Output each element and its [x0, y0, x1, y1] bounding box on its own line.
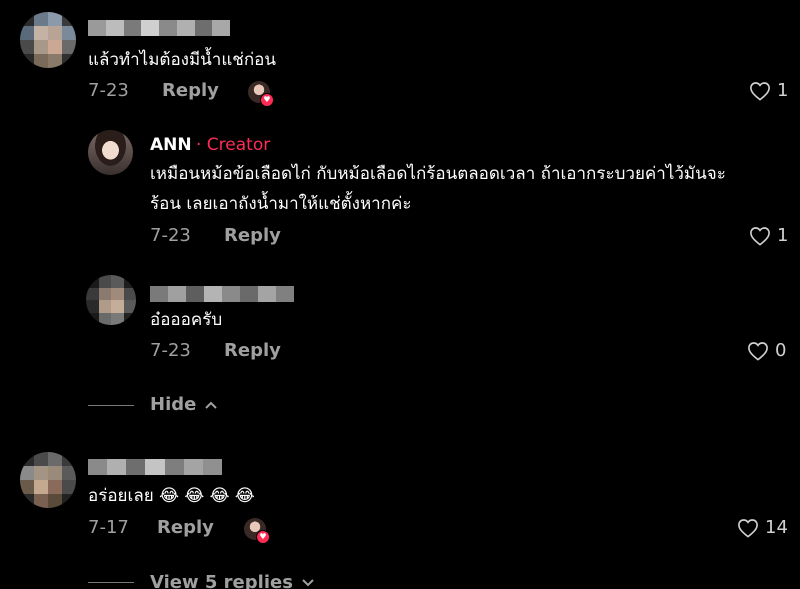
comment-text: อ๋อออครับ: [150, 310, 223, 330]
like-button[interactable]: 1: [749, 225, 788, 246]
thread-divider: [88, 405, 134, 406]
like-count: 1: [777, 225, 789, 246]
creator-avatar[interactable]: [88, 130, 133, 175]
reply-button[interactable]: Reply: [224, 340, 281, 361]
thread-divider: [88, 582, 134, 583]
chevron-down-icon: [302, 578, 314, 586]
reply-button[interactable]: Reply: [162, 80, 219, 101]
creator-liked-badge: ♥: [248, 81, 274, 107]
comment-text: อร่อยเลย 😂 😂 😂 😂: [88, 486, 255, 506]
like-button[interactable]: 1: [749, 80, 788, 101]
comment-text: แล้วทำไมต้องมีน้ำแช่ก่อน: [88, 50, 276, 70]
like-count: 14: [765, 517, 788, 538]
comment-text-line-1: เหมือนหม้อข้อเลือดไก่ กับหม้อเลือดไก่ร้อ…: [150, 164, 726, 184]
comment-text-line-2: ร้อน เลยเอาถังน้ำมาให้แช่ตั้งหากค่ะ: [150, 194, 412, 214]
blurred-avatar[interactable]: [20, 12, 76, 68]
creator-name[interactable]: ANN: [150, 135, 192, 155]
creator-liked-badge: ♥: [244, 518, 270, 544]
comment-date: 7-17: [88, 517, 129, 538]
like-count: 1: [777, 80, 789, 101]
comment-date: 7-23: [150, 340, 191, 361]
heart-outline-icon: [738, 518, 758, 538]
reply-button[interactable]: Reply: [224, 225, 281, 246]
reply-button[interactable]: Reply: [157, 517, 214, 538]
hide-label: Hide: [150, 394, 197, 415]
blurred-username[interactable]: [88, 459, 222, 475]
comment-date: 7-23: [88, 80, 129, 101]
heart-outline-icon: [750, 81, 770, 101]
heart-outline-icon: [748, 341, 768, 361]
blurred-username[interactable]: [150, 286, 294, 302]
blurred-username[interactable]: [88, 20, 230, 36]
like-count: 0: [775, 340, 787, 361]
view-replies-label: View 5 replies: [150, 572, 293, 589]
comment-date: 7-23: [150, 225, 191, 246]
heart-outline-icon: [750, 226, 770, 246]
hide-replies-button[interactable]: Hide: [150, 394, 218, 415]
comments-panel: แล้วทำไมต้องมีน้ำแช่ก่อน 7-23 Reply ♥ 1 …: [0, 0, 800, 589]
view-replies-button[interactable]: View 5 replies: [150, 572, 315, 589]
like-button[interactable]: 14: [737, 517, 788, 538]
like-button[interactable]: 0: [747, 340, 786, 361]
blurred-avatar[interactable]: [20, 452, 76, 508]
chevron-up-icon: [205, 401, 218, 409]
creator-tag: · Creator: [196, 135, 271, 155]
blurred-avatar[interactable]: [86, 275, 136, 325]
